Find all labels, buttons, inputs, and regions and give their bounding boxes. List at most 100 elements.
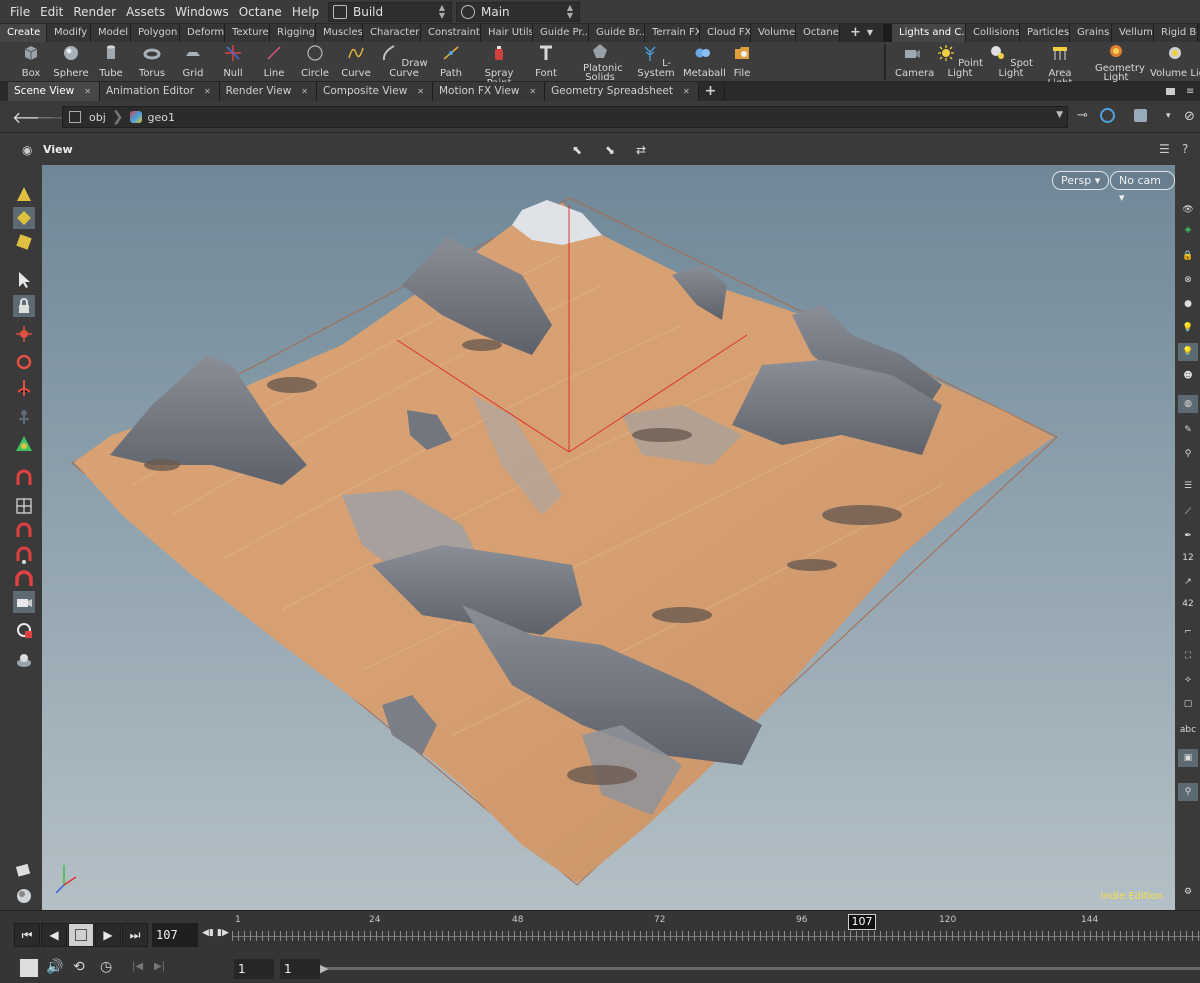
shelf-tab-octane[interactable]: Octane bbox=[796, 24, 840, 42]
desktop-select[interactable]: Build ▲ ▼ bbox=[328, 2, 452, 22]
tool-line[interactable]: Line bbox=[259, 44, 289, 79]
pane-menu-icon[interactable]: ≡ bbox=[1186, 86, 1194, 97]
grid-snap-icon[interactable] bbox=[13, 495, 35, 517]
tool-draw-curve[interactable]: Draw Curve bbox=[378, 44, 430, 79]
jump-start-button[interactable]: ⏮ bbox=[14, 923, 40, 947]
timeline-ruler[interactable]: 1 24 48 72 96 120 144 107 bbox=[232, 911, 1200, 959]
wand-icon[interactable]: ⟋ bbox=[1178, 503, 1198, 521]
lights-off-icon[interactable]: ⊗ bbox=[1178, 271, 1198, 289]
path-root[interactable]: obj bbox=[89, 111, 106, 124]
select-objects-icon[interactable]: ⬉ bbox=[572, 143, 582, 157]
shelf-tab-deform[interactable]: Deform bbox=[180, 24, 225, 42]
skull-icon[interactable]: ☻ bbox=[1178, 367, 1198, 385]
shelf-tab-volume[interactable]: Volume bbox=[751, 24, 796, 42]
close-icon[interactable]: ✕ bbox=[417, 82, 424, 101]
shelf-tab-modify[interactable]: Modify bbox=[47, 24, 91, 42]
tool-camera[interactable]: Camera bbox=[895, 44, 934, 79]
settings-icon[interactable]: ⚙ bbox=[1178, 883, 1198, 901]
display-options-icon[interactable] bbox=[1134, 109, 1147, 122]
text-display-icon[interactable]: abc bbox=[1178, 721, 1198, 739]
tool-platonic-solids[interactable]: Platonic Solids bbox=[578, 42, 623, 83]
menu-help[interactable]: Help bbox=[287, 0, 324, 24]
tool-volume-light[interactable]: Volume Light bbox=[1150, 44, 1200, 79]
shelf-tab-polygon[interactable]: Polygon bbox=[131, 24, 180, 42]
tool-geometry-light[interactable]: Geometry Light bbox=[1094, 42, 1145, 83]
tab-render-view[interactable]: Render View ✕ bbox=[219, 82, 317, 101]
range-handle-icon[interactable]: ▶ bbox=[320, 962, 328, 975]
magnet-multi-icon[interactable] bbox=[13, 569, 35, 591]
light-bulb-on-icon[interactable]: 💡 bbox=[1178, 343, 1198, 361]
snapshot-icon[interactable]: ⟡ bbox=[1178, 671, 1198, 689]
tool-file[interactable]: File bbox=[729, 44, 755, 79]
close-icon[interactable]: ✕ bbox=[84, 82, 91, 101]
shelf-tab-rigging[interactable]: Rigging bbox=[270, 24, 316, 42]
shelf-tab-particles[interactable]: Particles bbox=[1020, 24, 1070, 42]
link-icon[interactable] bbox=[1100, 108, 1115, 123]
arrow-select-icon[interactable] bbox=[13, 269, 35, 291]
corner-icon[interactable]: ⌐ bbox=[1178, 623, 1198, 641]
shelf-tab-guide-process[interactable]: Guide Pr... bbox=[533, 24, 589, 42]
pin-icon[interactable]: ⊸ bbox=[1077, 108, 1088, 123]
playhead-marker[interactable]: 107 bbox=[848, 914, 876, 930]
step-forward-icon[interactable]: ▮▶ bbox=[217, 928, 229, 938]
tool-metaball[interactable]: Metaball bbox=[683, 44, 726, 79]
paint-icon[interactable] bbox=[13, 859, 35, 881]
shelf-tab-cloud-fx[interactable]: Cloud FX bbox=[700, 24, 751, 42]
shelf-tab-lights[interactable]: Lights and C... bbox=[892, 24, 966, 42]
audio-icon[interactable]: 🔊 bbox=[46, 959, 63, 975]
rotate-tool-icon[interactable] bbox=[13, 351, 35, 373]
point-numbers-icon[interactable]: 12 bbox=[1178, 549, 1198, 567]
view-menu-icon[interactable]: ◉ bbox=[22, 143, 32, 157]
snap-icon[interactable] bbox=[13, 469, 35, 491]
help-icon[interactable]: ⊘ bbox=[1184, 109, 1195, 124]
range-start-field[interactable]: 1 bbox=[234, 959, 274, 979]
tool-grid[interactable]: Grid bbox=[178, 44, 208, 79]
tool-torus[interactable]: Torus bbox=[136, 44, 168, 79]
menu-windows[interactable]: Windows bbox=[170, 0, 234, 24]
close-icon[interactable]: ✕ bbox=[301, 82, 308, 101]
pane-maximize-icon[interactable] bbox=[1165, 88, 1175, 95]
tab-geometry-spreadsheet[interactable]: Geometry Spreadsheet ✕ bbox=[545, 82, 699, 101]
display-settings-icon[interactable]: ☰ bbox=[1159, 142, 1170, 156]
render-region-icon[interactable] bbox=[13, 619, 35, 641]
tool-sphere[interactable]: Sphere bbox=[53, 44, 89, 79]
shelf-tab-grains[interactable]: Grains bbox=[1070, 24, 1112, 42]
magnet-point-icon[interactable] bbox=[13, 545, 35, 567]
key-next-icon[interactable]: ▶| bbox=[154, 961, 165, 972]
range-step-field[interactable]: 1 bbox=[280, 959, 320, 979]
tool-path[interactable]: Path bbox=[436, 44, 466, 79]
tool-curve[interactable]: Curve bbox=[340, 44, 372, 79]
network-path-field[interactable]: obj ❯ geo1 ▼ bbox=[62, 106, 1068, 128]
add-pane-tab-button[interactable]: + bbox=[698, 82, 726, 101]
realtime-toggle-icon[interactable] bbox=[20, 959, 38, 977]
pose-tool-icon[interactable] bbox=[13, 405, 35, 427]
view-label[interactable]: View bbox=[43, 143, 73, 156]
shelf-tab-collisions[interactable]: Collisions bbox=[966, 24, 1020, 42]
camera-view-icon[interactable] bbox=[13, 591, 35, 613]
tab-animation-editor[interactable]: Animation Editor ✕ bbox=[99, 82, 220, 101]
loop-icon[interactable]: ⟲ bbox=[73, 959, 85, 975]
stop-button[interactable] bbox=[68, 923, 94, 947]
flipbook-icon[interactable] bbox=[13, 649, 35, 671]
tool-l-system[interactable]: L-System bbox=[636, 44, 676, 79]
shelf-tab-vellum[interactable]: Vellum bbox=[1112, 24, 1154, 42]
step-back-icon[interactable]: ◀▮ bbox=[202, 928, 214, 938]
lock-icon[interactable]: 🔒 bbox=[1178, 247, 1198, 265]
global-anim-options-icon[interactable]: ◷ bbox=[100, 959, 112, 975]
shelf-add-tab-button[interactable]: + ▼ bbox=[840, 24, 884, 42]
tool-box[interactable]: Box bbox=[15, 44, 47, 79]
camera-menu[interactable]: No cam ▾ bbox=[1110, 171, 1175, 204]
scale-tool-icon[interactable] bbox=[13, 377, 35, 399]
geometry-display-icon[interactable]: ◍ bbox=[1178, 395, 1198, 413]
prim-numbers-icon[interactable]: 42 bbox=[1178, 595, 1198, 613]
path-node[interactable]: geo1 bbox=[148, 111, 175, 124]
shelf-tab-constraints[interactable]: Constraints bbox=[421, 24, 481, 42]
tool-point-light[interactable]: Point Light bbox=[936, 44, 984, 79]
shelf-tab-model[interactable]: Model bbox=[91, 24, 131, 42]
shading-sphere-icon[interactable]: ● bbox=[1178, 295, 1198, 313]
menu-edit[interactable]: Edit bbox=[35, 0, 68, 24]
pen-tool-icon[interactable]: ✒ bbox=[1178, 527, 1198, 545]
help-icon[interactable]: ? bbox=[1182, 142, 1188, 156]
tab-motion-fx-view[interactable]: Motion FX View ✕ bbox=[432, 82, 546, 101]
shelf-tab-muscles[interactable]: Muscles bbox=[316, 24, 363, 42]
